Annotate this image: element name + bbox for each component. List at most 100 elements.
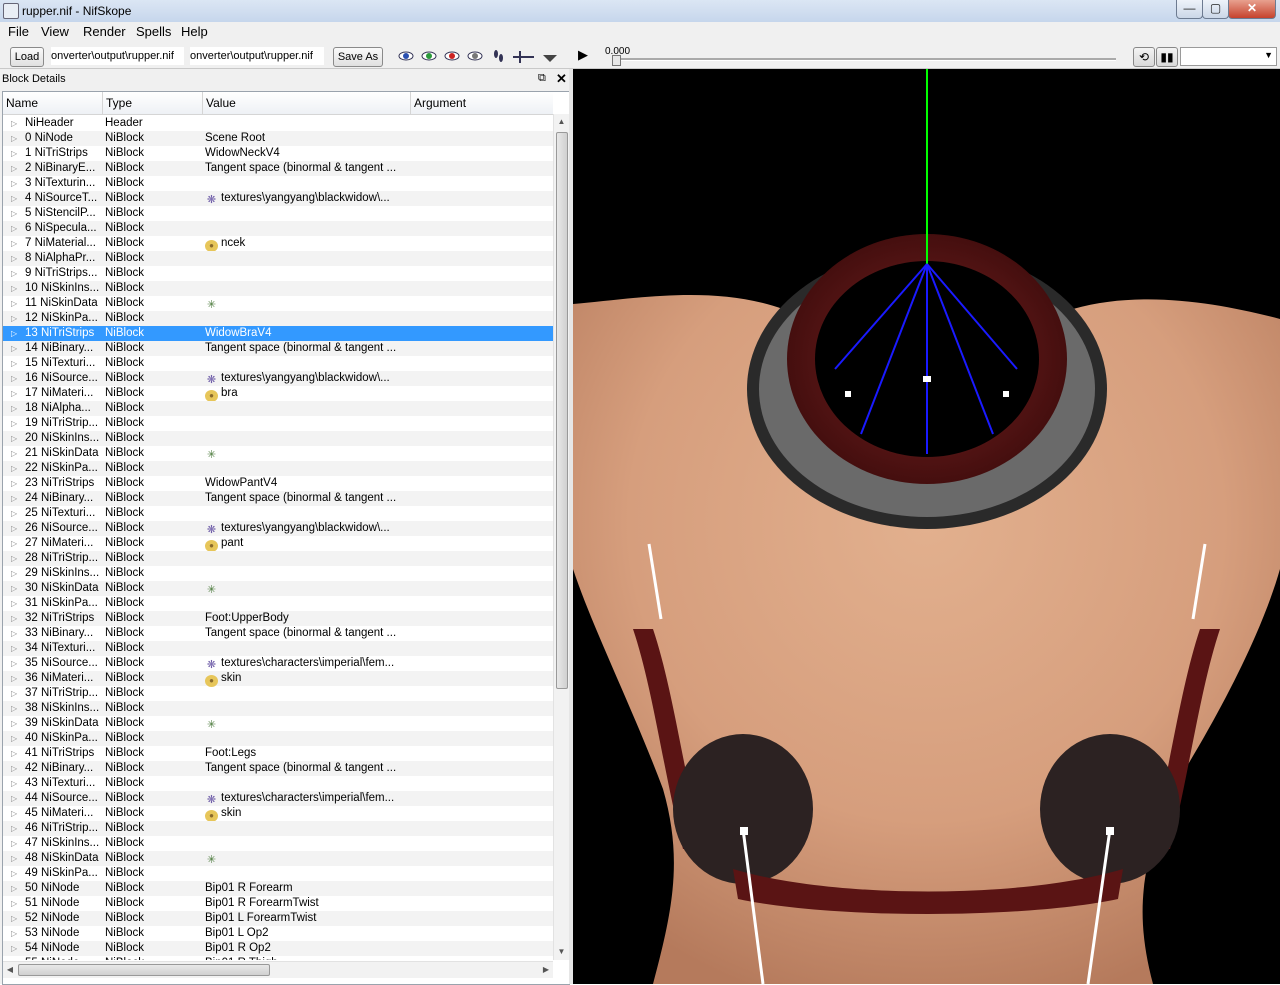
table-row[interactable]: ▷ 24 NiBinary... NiBlock Tangent space (bin…: [3, 491, 553, 506]
maximize-button[interactable]: ▢: [1202, 0, 1229, 19]
expand-icon[interactable]: ▷: [11, 116, 17, 131]
animation-select[interactable]: ▼: [1180, 47, 1277, 66]
table-row[interactable]: ▷ 43 NiTexturi... NiBlock: [3, 776, 553, 791]
table-row[interactable]: ▷ 18 NiAlpha... NiBlock: [3, 401, 553, 416]
table-row[interactable]: ▷ 26 NiSource... NiBlock ❋ textures\yangyang…: [3, 521, 553, 536]
expand-icon[interactable]: ▷: [11, 656, 17, 671]
table-row[interactable]: ▷ 17 NiMateri... NiBlock ● bra: [3, 386, 553, 402]
menu-spells[interactable]: Spells: [136, 24, 171, 39]
table-row[interactable]: ▷ 46 NiTriStrip... NiBlock: [3, 821, 553, 836]
still-button[interactable]: ▮▮: [1156, 47, 1178, 67]
table-row[interactable]: ▷ 16 NiSource... NiBlock ❋ textures\yangyang…: [3, 371, 553, 386]
expand-icon[interactable]: ▷: [11, 251, 17, 266]
view-menu-arrow-icon[interactable]: [543, 55, 557, 62]
column-name[interactable]: Name: [3, 92, 103, 114]
table-row[interactable]: ▷ 48 NiSkinData NiBlock ✳: [3, 851, 553, 866]
table-row[interactable]: ▷ 42 NiBinary... NiBlock Tangent space (bin…: [3, 761, 553, 776]
expand-icon[interactable]: ▷: [11, 491, 17, 506]
load-path-field[interactable]: onverter\output\rupper.nif: [51, 47, 184, 65]
table-row[interactable]: ▷ 20 NiSkinIns... NiBlock: [3, 431, 553, 446]
expand-icon[interactable]: ▷: [11, 701, 17, 716]
horizontal-scrollbar[interactable]: ◀ ▶: [3, 961, 553, 978]
expand-icon[interactable]: ▷: [11, 431, 17, 446]
expand-icon[interactable]: ▷: [11, 221, 17, 236]
expand-icon[interactable]: ▷: [11, 821, 17, 836]
expand-icon[interactable]: ▷: [11, 686, 17, 701]
table-row[interactable]: ▷ 15 NiTexturi... NiBlock: [3, 356, 553, 371]
table-row[interactable]: ▷ 9 NiTriStrips... NiBlock: [3, 266, 553, 281]
scroll-right-icon[interactable]: ▶: [539, 962, 553, 978]
expand-icon[interactable]: ▷: [11, 956, 17, 960]
eye-blue-icon[interactable]: [398, 51, 414, 61]
column-type[interactable]: Type: [103, 92, 203, 114]
expand-icon[interactable]: ▷: [11, 791, 17, 806]
float-icon[interactable]: ⧉: [538, 72, 546, 85]
table-row[interactable]: ▷ 7 NiMaterial... NiBlock ● ncek: [3, 236, 553, 252]
table-row[interactable]: ▷ 55 NiNode NiBlock Bip01 R Thigh: [3, 956, 553, 960]
footprints-icon[interactable]: [494, 50, 503, 62]
table-row[interactable]: ▷ 8 NiAlphaPr... NiBlock: [3, 251, 553, 266]
table-row[interactable]: ▷ 45 NiMateri... NiBlock ● skin: [3, 806, 553, 822]
expand-icon[interactable]: ▷: [11, 386, 17, 401]
expand-icon[interactable]: ▷: [11, 326, 17, 341]
table-row[interactable]: ▷ 27 NiMateri... NiBlock ● pant: [3, 536, 553, 552]
table-row[interactable]: ▷ 22 NiSkinPa... NiBlock: [3, 461, 553, 476]
table-row[interactable]: ▷ 44 NiSource... NiBlock ❋ textures\characte…: [3, 791, 553, 806]
table-row[interactable]: ▷ 50 NiNode NiBlock Bip01 R Forearm: [3, 881, 553, 896]
scroll-down-icon[interactable]: ▼: [554, 944, 569, 960]
table-row[interactable]: ▷ 28 NiTriStrip... NiBlock: [3, 551, 553, 566]
expand-icon[interactable]: ▷: [11, 356, 17, 371]
table-row[interactable]: ▷ 12 NiSkinPa... NiBlock: [3, 311, 553, 326]
expand-icon[interactable]: ▷: [11, 266, 17, 281]
scroll-thumb[interactable]: [556, 132, 568, 689]
expand-icon[interactable]: ▷: [11, 746, 17, 761]
menu-render[interactable]: Render: [83, 24, 126, 39]
minimize-button[interactable]: —: [1176, 0, 1203, 19]
expand-icon[interactable]: ▷: [11, 191, 17, 206]
expand-icon[interactable]: ▷: [11, 131, 17, 146]
table-row[interactable]: ▷ 25 NiTexturi... NiBlock: [3, 506, 553, 521]
table-row[interactable]: ▷ 31 NiSkinPa... NiBlock: [3, 596, 553, 611]
play-button[interactable]: ▶: [578, 47, 594, 63]
eye-gray-icon[interactable]: [467, 51, 483, 61]
table-row[interactable]: ▷ 2 NiBinaryE... NiBlock Tangent space (bin…: [3, 161, 553, 176]
expand-icon[interactable]: ▷: [11, 776, 17, 791]
vertical-scrollbar[interactable]: ▲ ▼: [553, 114, 569, 960]
expand-icon[interactable]: ▷: [11, 716, 17, 731]
table-row[interactable]: ▷ 39 NiSkinData NiBlock ✳: [3, 716, 553, 731]
scroll-up-icon[interactable]: ▲: [554, 114, 569, 130]
eye-red-icon[interactable]: [444, 51, 460, 61]
expand-icon[interactable]: ▷: [11, 626, 17, 641]
expand-icon[interactable]: ▷: [11, 851, 17, 866]
table-row[interactable]: ▷ 30 NiSkinData NiBlock ✳: [3, 581, 553, 596]
expand-icon[interactable]: ▷: [11, 536, 17, 551]
time-slider-track[interactable]: [612, 58, 1116, 61]
eye-green-icon[interactable]: [421, 51, 437, 61]
expand-icon[interactable]: ▷: [11, 671, 17, 686]
expand-icon[interactable]: ▷: [11, 896, 17, 911]
expand-icon[interactable]: ▷: [11, 146, 17, 161]
expand-icon[interactable]: ▷: [11, 866, 17, 881]
table-row[interactable]: ▷ 21 NiSkinData NiBlock ✳: [3, 446, 553, 461]
axes-icon[interactable]: [513, 51, 534, 63]
time-slider-thumb[interactable]: [612, 55, 621, 66]
column-argument[interactable]: Argument: [411, 92, 553, 114]
table-row[interactable]: ▷ 11 NiSkinData NiBlock ✳: [3, 296, 553, 311]
table-row[interactable]: ▷ 49 NiSkinPa... NiBlock: [3, 866, 553, 881]
menu-file[interactable]: File: [8, 24, 29, 39]
table-row[interactable]: ▷ 19 NiTriStrip... NiBlock: [3, 416, 553, 431]
scroll-left-icon[interactable]: ◀: [3, 962, 17, 978]
render-viewport[interactable]: [573, 69, 1280, 984]
table-row[interactable]: ▷ 51 NiNode NiBlock Bip01 R ForearmTwist: [3, 896, 553, 911]
table-row[interactable]: ▷ 0 NiNode NiBlock Scene Root: [3, 131, 553, 146]
expand-icon[interactable]: ▷: [11, 881, 17, 896]
expand-icon[interactable]: ▷: [11, 641, 17, 656]
table-row[interactable]: ▷ 5 NiStencilP... NiBlock: [3, 206, 553, 221]
table-row[interactable]: ▷ 54 NiNode NiBlock Bip01 R Op2: [3, 941, 553, 956]
expand-icon[interactable]: ▷: [11, 461, 17, 476]
expand-icon[interactable]: ▷: [11, 476, 17, 491]
table-row[interactable]: ▷ 47 NiSkinIns... NiBlock: [3, 836, 553, 851]
table-row[interactable]: ▷ 41 NiTriStrips NiBlock Foot:Legs: [3, 746, 553, 761]
hscroll-thumb[interactable]: [18, 964, 270, 976]
menu-view[interactable]: View: [41, 24, 69, 39]
